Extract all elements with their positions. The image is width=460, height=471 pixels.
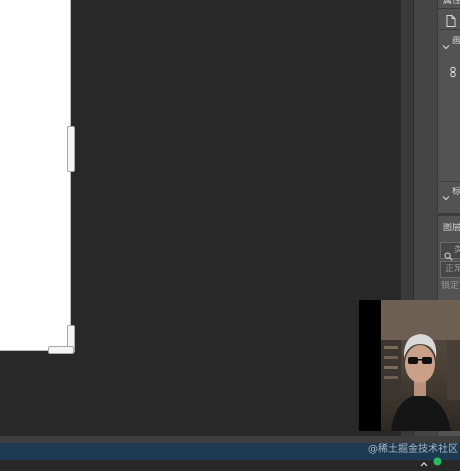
status-bar [0,436,460,443]
section-canvas-label[interactable]: 画 [452,36,460,46]
search-icon [444,246,453,261]
divider [438,29,460,30]
filter-kind-label: 类 [454,245,460,255]
chevron-down-icon[interactable] [442,36,450,50]
watermark: @稀土掘金技术社区 [368,444,458,455]
properties-title[interactable]: 属性 [443,0,460,6]
chevron-down-icon[interactable] [442,187,450,201]
divider [438,8,460,9]
webcam-person-image [381,300,460,431]
layers-title[interactable]: 图层 [443,223,460,233]
blend-mode-select[interactable]: 正常 [440,261,460,278]
canvas-area[interactable] [0,0,401,436]
section-rulers-label[interactable]: 标 [452,187,460,197]
webcam-overlay [359,300,460,431]
layers-filter-field[interactable]: 类 [440,242,460,261]
divider [438,181,460,182]
blend-mode-value: 正常 [445,264,460,274]
link-icon[interactable] [449,63,457,78]
resize-handle-bottom[interactable] [48,346,74,354]
resize-handle-right[interactable] [67,126,75,172]
document-icon[interactable] [446,12,456,27]
lock-label: 锁定: [441,281,460,291]
panel-separator [438,213,460,216]
document-page[interactable] [0,0,71,351]
webcam-video [381,300,460,431]
